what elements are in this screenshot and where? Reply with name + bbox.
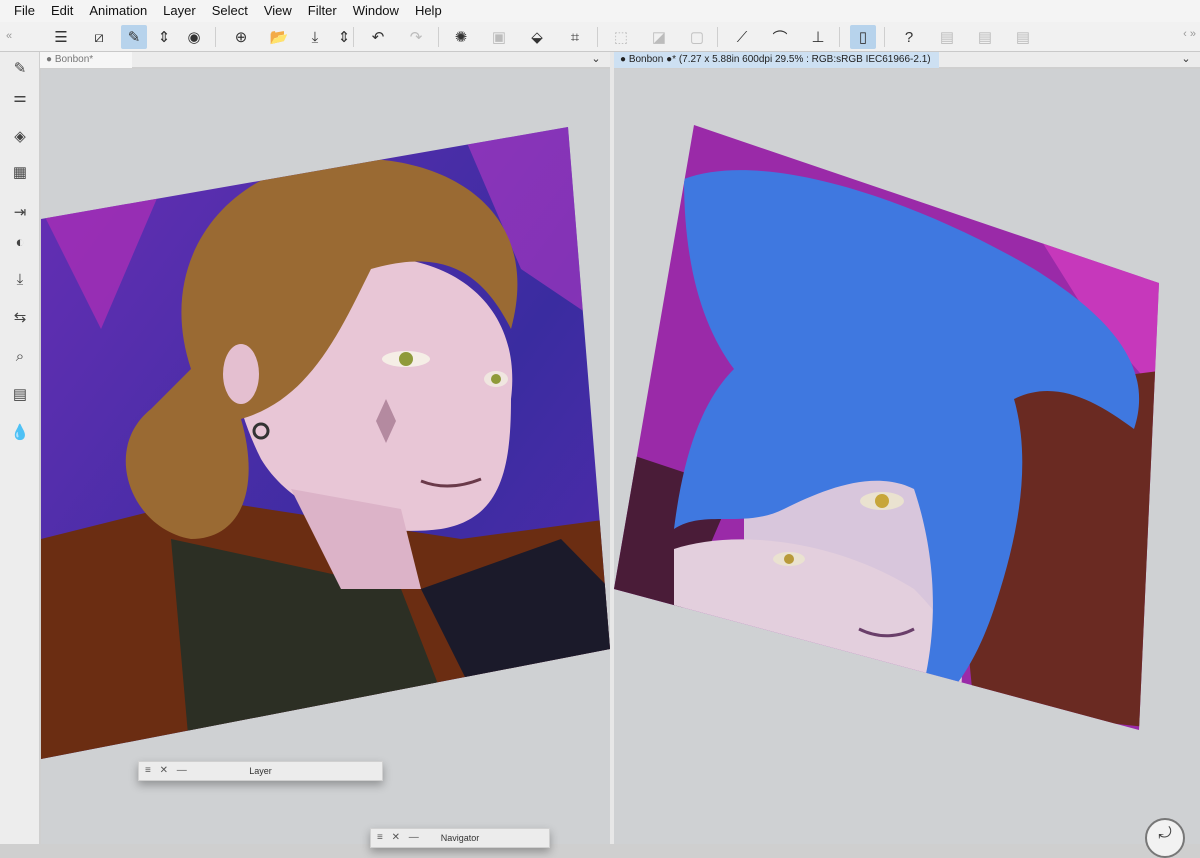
toolbar-separator (884, 27, 885, 47)
ruler-pen-icon[interactable]: ⟋ (729, 25, 755, 49)
menu-window[interactable]: Window (345, 0, 407, 22)
select-all-icon[interactable]: ▣ (486, 25, 512, 49)
color-wheel-icon[interactable]: ◐ (8, 230, 32, 254)
menu-file[interactable]: File (6, 0, 43, 22)
tab-menu-chevron-down-icon[interactable]: ⌄ (1176, 52, 1196, 68)
record-icon[interactable]: ◉ (181, 25, 207, 49)
transform-icon[interactable]: ⇆ (8, 305, 32, 329)
navigator-panel[interactable]: ≡ ✕ — Navigator (370, 828, 550, 848)
clipboard-icon[interactable]: ▤ (1010, 25, 1036, 49)
menu-select[interactable]: Select (204, 0, 256, 22)
tool-sidebar: « ✎ ⚌ ◈ ▦ ⇥ ◐ ⤓ ⇆ ⌕ ▤ 💧 (0, 30, 40, 844)
tab-status-icon: ●* (666, 54, 677, 65)
help-icon[interactable]: ? (896, 25, 922, 49)
edit-tool-icon[interactable]: ✎ (121, 25, 147, 49)
panel-icon[interactable]: ▤ (8, 382, 32, 406)
rotate-view-icon[interactable]: ⤾ (1145, 818, 1185, 858)
layers-icon[interactable]: ◈ (8, 124, 32, 148)
tab-bonbon-right[interactable]: ● Bonbon ●* (7.27 x 5.88in 600dpi 29.5% … (614, 52, 939, 68)
tab-bonbon-left[interactable]: ● Bonbon* (40, 52, 132, 68)
left-canvas-tabbar: ● Bonbon* ⌄ (40, 52, 610, 68)
hamburger-menu-icon[interactable]: ☰ (48, 25, 74, 49)
toolbar-separator (353, 27, 354, 47)
layer-panel[interactable]: ≡ ✕ — Layer (138, 761, 383, 781)
canvas-resize-icon[interactable]: ⧄ (86, 25, 112, 49)
fill-bucket-icon[interactable]: ⬙ (524, 25, 550, 49)
selection-border-icon[interactable]: ▢ (684, 25, 710, 49)
right-canvas-tabbar: ● Bonbon ●* (7.27 x 5.88in 600dpi 29.5% … (614, 52, 1200, 68)
tab-document-info: (7.27 x 5.88in 600dpi 29.5% : RGB:sRGB I… (678, 54, 931, 65)
search-zoom-icon[interactable]: ⌕ (8, 344, 32, 368)
redo-icon[interactable]: ↷ (403, 25, 429, 49)
menu-bar: File Edit Animation Layer Select View Filter Wi… (0, 0, 1200, 22)
toolbar: ☰ ⧄ ✎ ⇕ ◉ ⊕ 📂 ⤓ ⇕ ↶ ↷ ✺ ▣ ⬙ ⌗ ⬚ ◪ ▢ ⟋ ⌒ ⊥ ▯? ▤ ▤ ▤ ‹ » (0, 22, 1200, 52)
up-down-arrows-icon[interactable]: ⇕ (151, 25, 177, 49)
tab-dot: ● (46, 54, 53, 65)
left-artwork (41, 127, 610, 759)
sidebar-collapse-arrows[interactable]: « (6, 30, 12, 42)
open-folder-icon[interactable]: 📂 (266, 25, 292, 49)
menu-animation[interactable]: Animation (81, 0, 155, 22)
toolbar-separator (597, 27, 598, 47)
menu-view[interactable]: View (256, 0, 300, 22)
left-canvas-pane[interactable] (41, 69, 610, 844)
right-canvas-pane[interactable] (614, 69, 1200, 844)
loading-spinner-icon[interactable]: ✺ (448, 25, 474, 49)
tab-title: Bonbon (628, 54, 664, 65)
new-canvas-icon[interactable]: ⊕ (228, 25, 254, 49)
menu-layer[interactable]: Layer (155, 0, 204, 22)
menu-edit[interactable]: Edit (43, 0, 81, 22)
toolbar-separator (839, 27, 840, 47)
menu-filter[interactable]: Filter (300, 0, 345, 22)
brush-icon[interactable]: ⌒ (767, 25, 793, 49)
straight-line-icon[interactable]: ⊥ (805, 25, 831, 49)
pen-tool-icon[interactable]: ✎ (8, 56, 32, 80)
navigator-panel-title: Navigator (440, 833, 480, 843)
right-artwork (614, 125, 1159, 730)
deselect-icon[interactable]: ⬚ (608, 25, 634, 49)
sliders-icon[interactable]: ⚌ (8, 85, 32, 109)
film-strip-icon[interactable]: ▦ (8, 160, 32, 184)
clipboard-icon[interactable]: ▤ (972, 25, 998, 49)
device-icon[interactable]: ▯ (850, 25, 876, 49)
crop-icon[interactable]: ⌗ (562, 25, 588, 49)
layer-panel-title: Layer (249, 766, 272, 776)
right-artwork-canvas[interactable] (614, 69, 1200, 844)
left-artwork-canvas[interactable] (41, 69, 610, 844)
save-icon[interactable]: ⤓ (302, 25, 328, 49)
tab-menu-chevron-down-icon[interactable]: ⌄ (586, 52, 606, 68)
animation-cel-icon[interactable]: ⇥ (8, 200, 32, 224)
toolbar-separator (438, 27, 439, 47)
toolbar-separator (717, 27, 718, 47)
tab-title: Bonbon* (54, 54, 94, 65)
toolbar-separator (215, 27, 216, 47)
ink-drops-icon[interactable]: 💧 (8, 420, 32, 444)
import-icon[interactable]: ⤓ (8, 267, 32, 291)
tab-dot: ● (620, 54, 627, 65)
invert-selection-icon[interactable]: ◪ (646, 25, 672, 49)
undo-icon[interactable]: ↶ (365, 25, 391, 49)
clipboard-icon[interactable]: ▤ (934, 25, 960, 49)
toolbar-collapse-arrows[interactable]: ‹ » (1183, 28, 1196, 40)
menu-help[interactable]: Help (407, 0, 450, 22)
